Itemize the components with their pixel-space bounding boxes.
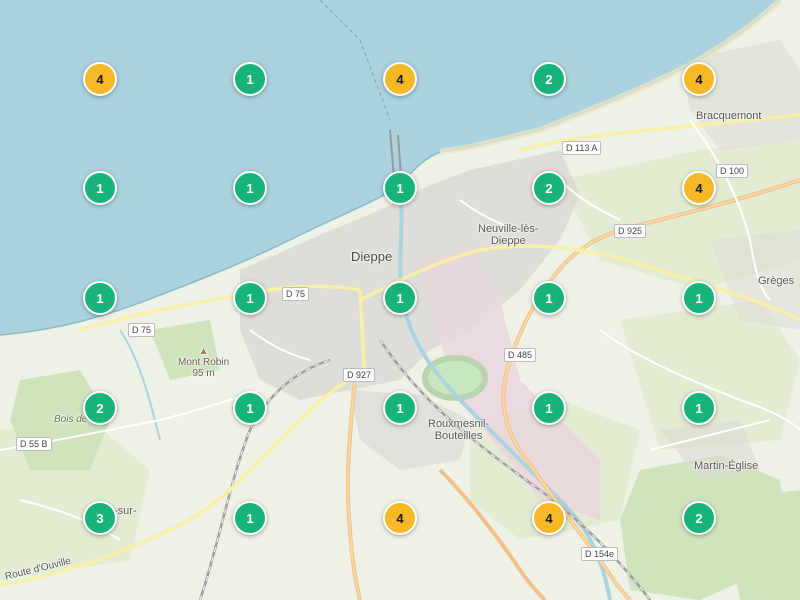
cluster-marker[interactable]: 1	[682, 391, 716, 425]
place-label-greges: Grèges	[758, 275, 795, 287]
cluster-marker[interactable]: 4	[532, 501, 566, 535]
place-label-martin-eglise: Martin-Église	[694, 460, 759, 472]
peak-name: Mont Robin	[178, 357, 230, 368]
cluster-marker[interactable]: 1	[83, 281, 117, 315]
road-shield-d75-a: D 75	[282, 287, 310, 301]
cluster-marker[interactable]: 1	[83, 171, 117, 205]
road-shield-d485: D 485	[504, 348, 537, 362]
place-label-bracquemont: Bracquemont	[696, 110, 762, 122]
road-shield-d75-b: D 75	[128, 323, 156, 337]
cluster-marker[interactable]: 2	[532, 62, 566, 96]
road-shield-d55b: D 55 B	[16, 437, 52, 451]
place-label-rouxmesnil: Rouxmesnil- Bouteilles	[428, 418, 489, 442]
map-view[interactable]: Dieppe Neuville-lès- Dieppe Bracquemont …	[0, 0, 800, 600]
cluster-marker[interactable]: 1	[383, 171, 417, 205]
peak-label-mont-robin: ▲ Mont Robin 95 m	[178, 346, 229, 379]
cluster-marker[interactable]: 4	[682, 62, 716, 96]
cluster-marker[interactable]: 2	[682, 501, 716, 535]
place-label-rouxmesnil-line1: Rouxmesnil-	[428, 418, 490, 430]
cluster-marker[interactable]: 1	[233, 391, 267, 425]
cluster-marker[interactable]: 1	[532, 281, 566, 315]
cluster-marker[interactable]: 1	[682, 281, 716, 315]
cluster-marker[interactable]: 1	[233, 281, 267, 315]
cluster-marker[interactable]: 1	[233, 501, 267, 535]
place-label-dieppe: Dieppe	[351, 249, 393, 264]
cluster-marker[interactable]: 4	[682, 171, 716, 205]
cluster-marker[interactable]: 4	[383, 501, 417, 535]
cluster-marker[interactable]: 1	[383, 391, 417, 425]
road-shield-d925: D 925	[614, 224, 647, 238]
cluster-marker[interactable]: 4	[383, 62, 417, 96]
cluster-marker[interactable]: 4	[83, 62, 117, 96]
cluster-marker[interactable]: 1	[233, 171, 267, 205]
cluster-marker[interactable]: 2	[83, 391, 117, 425]
cluster-marker[interactable]: 2	[532, 171, 566, 205]
place-label-neuville-line1: Neuville-lès-	[478, 223, 539, 235]
cluster-marker[interactable]: 3	[83, 501, 117, 535]
place-label-neuville-line2: Dieppe	[490, 235, 526, 247]
road-shield-d927: D 927	[343, 368, 376, 382]
peak-elevation: 95 m	[192, 368, 215, 379]
peak-marker-icon: ▲	[198, 346, 209, 357]
cluster-marker[interactable]: 1	[383, 281, 417, 315]
place-label-neuville: Neuville-lès- Dieppe	[478, 223, 539, 247]
cluster-marker[interactable]: 1	[233, 62, 267, 96]
place-label-rouxmesnil-line2: Bouteilles	[434, 430, 483, 442]
road-shield-d100: D 100	[716, 164, 749, 178]
road-shield-d154e: D 154e	[581, 547, 619, 561]
forest-label-bois: Bois de	[54, 414, 88, 425]
place-label-sur-fragment: -sur-	[114, 505, 137, 517]
road-shield-d113a: D 113 A	[562, 141, 602, 155]
cluster-marker[interactable]: 1	[532, 391, 566, 425]
